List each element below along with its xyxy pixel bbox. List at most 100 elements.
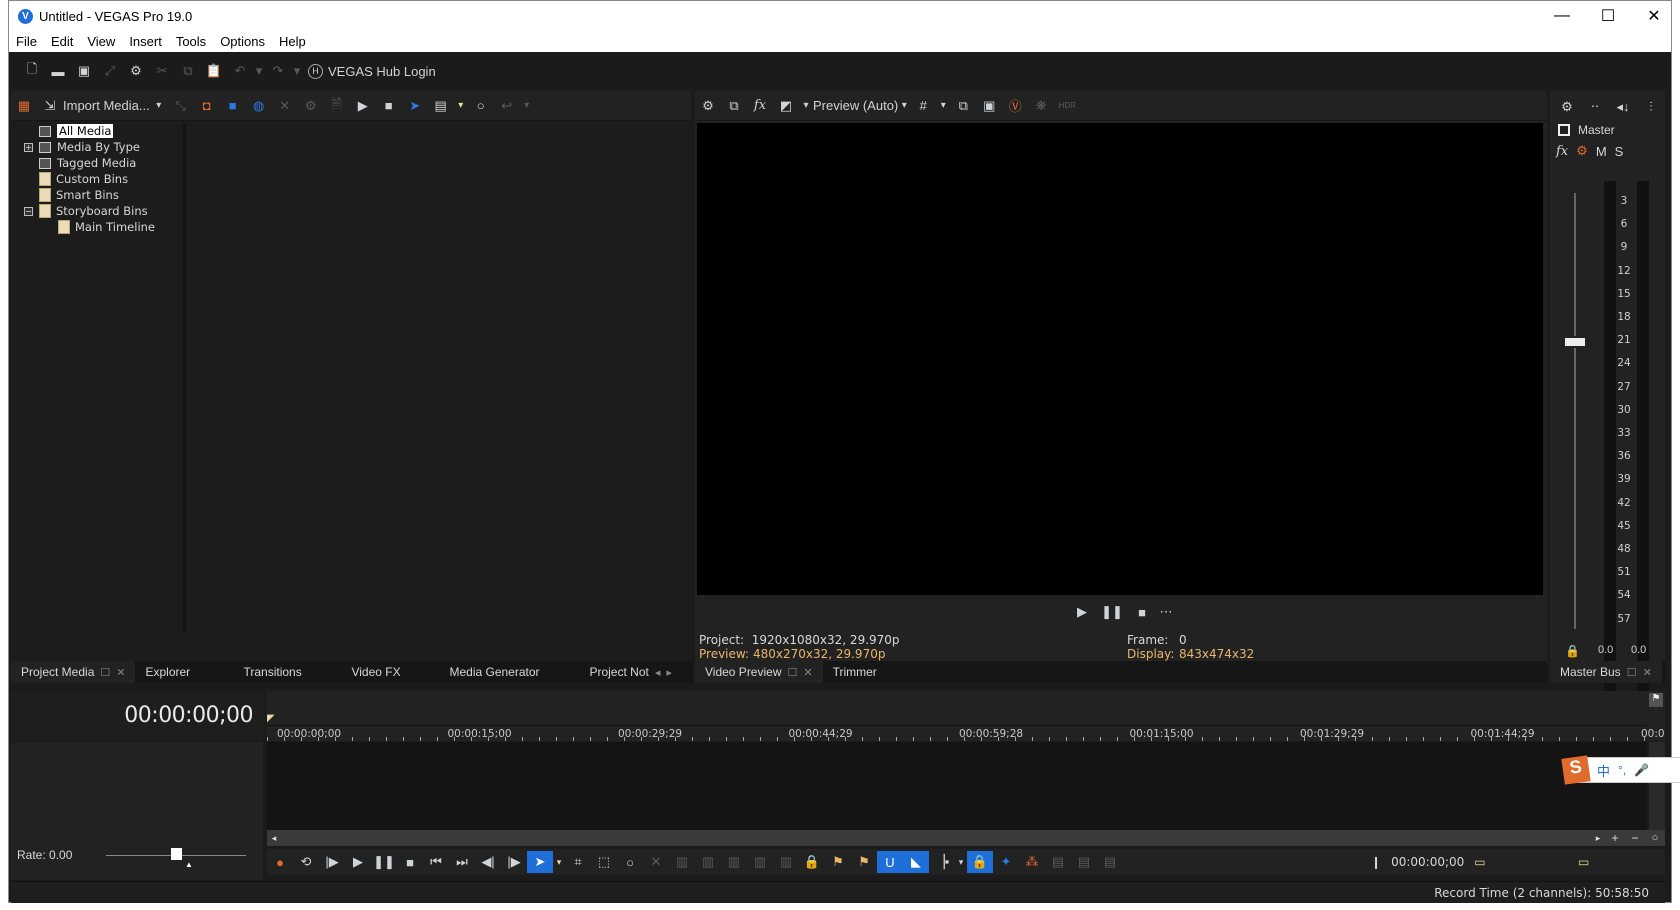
delete-icon[interactable]: ✕ — [643, 851, 669, 873]
ime-lang-toggle[interactable]: 中 — [1597, 761, 1610, 780]
import-media-icon[interactable]: ⇲ — [37, 95, 63, 117]
record-icon[interactable]: ● — [267, 851, 293, 873]
tab-video-preview[interactable]: Video Preview ☐ ✕ — [695, 661, 823, 683]
replace-icon[interactable]: ⤡ — [168, 95, 194, 117]
solo-button[interactable]: S — [1615, 144, 1624, 159]
properties-icon[interactable]: 🗎 — [324, 95, 350, 117]
views-dropdown-icon[interactable]: ▾ — [454, 95, 468, 117]
preview-quality-select[interactable]: Preview (Auto) — [813, 98, 898, 113]
next-frame-icon[interactable]: |▶ — [501, 851, 527, 873]
copy-snapshot-icon[interactable]: ⧉ — [950, 95, 976, 117]
trim-icon[interactable]: ▥ — [669, 851, 695, 873]
tab-trimmer[interactable]: Trimmer — [823, 661, 887, 683]
import-dropdown-icon[interactable]: ▾ — [150, 95, 168, 117]
auto-ripple-icon[interactable]: ▕▪ — [929, 851, 955, 873]
undo-icon[interactable]: ↶ — [227, 60, 253, 82]
views-icon[interactable]: ▤ — [428, 95, 454, 117]
ime-mic-icon[interactable]: 🎤 — [1634, 763, 1649, 777]
selection-tool-icon[interactable]: ⬚ — [591, 851, 617, 873]
zoom-tool-icon[interactable]: ○ — [617, 851, 643, 873]
tree-item-main-timeline[interactable]: Main Timeline — [11, 219, 181, 235]
close-button[interactable]: ✕ — [1631, 1, 1677, 31]
cursor-time[interactable]: 00:00:00;00 — [1391, 855, 1464, 869]
settings-icon[interactable]: ⚙ — [123, 60, 149, 82]
new-icon[interactable]: 🗋 — [19, 60, 45, 82]
marker-flag-icon[interactable]: ⚑ — [1649, 693, 1663, 707]
split-icon[interactable]: ▥ — [747, 851, 773, 873]
tab-transitions[interactable]: Transitions — [233, 661, 341, 683]
remove-icon[interactable]: ✕ — [272, 95, 298, 117]
tab-master-bus[interactable]: Master Bus ☐ ✕ — [1550, 661, 1662, 683]
ignore-grouping-icon[interactable]: ▥ — [773, 851, 799, 873]
pause-icon[interactable]: ❚❚ — [371, 851, 397, 873]
back-dropdown-icon[interactable]: ▾ — [520, 95, 534, 117]
overlays-dropdown-icon[interactable]: ▾ — [936, 95, 950, 117]
capture-icon[interactable]: ◘ — [194, 95, 220, 117]
mixer-icon[interactable]: ⫶ — [1638, 96, 1664, 118]
open-icon[interactable]: ▬ — [45, 60, 71, 82]
search-icon[interactable]: ○ — [468, 95, 494, 117]
cut-icon[interactable]: ✂ — [149, 60, 175, 82]
split-screen-icon[interactable]: ◩ — [773, 95, 799, 117]
scroll-left-icon[interactable]: ◂ — [655, 666, 661, 679]
copy-icon[interactable]: ⧉ — [175, 60, 201, 82]
web-import-icon[interactable]: ◍ — [246, 95, 272, 117]
maximize-button[interactable]: ☐ — [1585, 1, 1631, 31]
master-fader-track[interactable] — [1574, 193, 1576, 629]
normal-edit-tool-icon[interactable]: ➤ — [527, 851, 553, 873]
scroll-left-icon[interactable]: ◂ — [267, 833, 281, 844]
event-edit-icon[interactable]: ▤ — [1045, 851, 1071, 873]
minimize-button[interactable]: — — [1539, 1, 1585, 31]
tab-media-generator[interactable]: Media Generator — [439, 661, 579, 683]
lock-icon[interactable]: 🔒 — [1565, 644, 1580, 658]
stop-icon[interactable]: ■ — [397, 851, 423, 873]
play-icon[interactable]: ▶ — [1069, 601, 1095, 623]
pause-icon[interactable]: ❚❚ — [1099, 601, 1125, 623]
master-settings-icon[interactable]: ⚙ — [1554, 96, 1580, 118]
back-icon[interactable]: ↩ — [494, 95, 520, 117]
paste-icon[interactable]: 📋 — [201, 60, 227, 82]
tree-item-custom-bins[interactable]: Custom Bins — [11, 171, 181, 187]
menu-help[interactable]: Help — [272, 34, 313, 49]
overlays-icon[interactable]: # — [910, 95, 936, 117]
menu-edit[interactable]: Edit — [44, 34, 80, 49]
media-list[interactable] — [183, 123, 691, 633]
stop-icon[interactable]: ■ — [376, 95, 402, 117]
menu-view[interactable]: View — [80, 34, 122, 49]
master-select-icon[interactable] — [1558, 124, 1570, 136]
play-icon[interactable]: ▶ — [350, 95, 376, 117]
collapse-icon[interactable]: − — [24, 206, 33, 216]
loop-marker-icon[interactable]: ◤ — [267, 713, 275, 724]
auto-crossfade-icon[interactable]: ◣ — [903, 851, 929, 873]
close-tab-icon[interactable]: ✕ — [803, 666, 812, 679]
tab-project-notes[interactable]: Project Not ◂ ▸ — [579, 661, 681, 683]
menu-insert[interactable]: Insert — [122, 34, 169, 49]
selection-start-icon[interactable]: ▭ — [1474, 855, 1485, 869]
scroll-right-icon[interactable]: ▸ — [1591, 833, 1605, 844]
event-crop-icon[interactable]: ▤ — [1097, 851, 1123, 873]
tab-explorer[interactable]: Explorer — [135, 661, 233, 683]
track-list[interactable] — [11, 742, 263, 830]
horizontal-scrollbar[interactable]: ◂ ▸ + − ○ — [267, 830, 1665, 846]
master-fader-handle[interactable] — [1563, 336, 1587, 348]
lock-icon[interactable]: 🔒 — [799, 851, 825, 873]
video-canvas[interactable] — [697, 123, 1543, 595]
hdr-icon[interactable]: HDR — [1054, 95, 1080, 117]
scroll-right-icon[interactable]: ▸ — [666, 666, 672, 679]
master-fx-chain-icon[interactable]: ⚙ — [1576, 143, 1588, 159]
tree-item-media-by-type[interactable]: + Media By Type — [11, 139, 181, 155]
stop-icon[interactable]: ■ — [1129, 601, 1155, 623]
timeline-tracks[interactable] — [267, 742, 1647, 830]
media-fx-icon[interactable]: ⚙ — [298, 95, 324, 117]
zoom-tool-icon[interactable]: ○ — [1645, 832, 1665, 844]
external-monitor-icon[interactable]: ⧉ — [721, 95, 747, 117]
expand-icon[interactable]: + — [24, 142, 33, 152]
zoom-in-icon[interactable]: + — [1605, 831, 1625, 845]
menu-options[interactable]: Options — [213, 34, 272, 49]
undock-icon[interactable]: ☐ — [788, 666, 798, 679]
zoom-out-icon[interactable]: − — [1625, 831, 1645, 845]
go-to-end-icon[interactable]: ⏭ — [449, 851, 475, 873]
color-match-icon[interactable]: ⁂ — [1019, 851, 1045, 873]
redo-dropdown-icon[interactable]: ▾ — [291, 60, 303, 82]
insert-marker-icon[interactable]: ⚑ — [825, 851, 851, 873]
